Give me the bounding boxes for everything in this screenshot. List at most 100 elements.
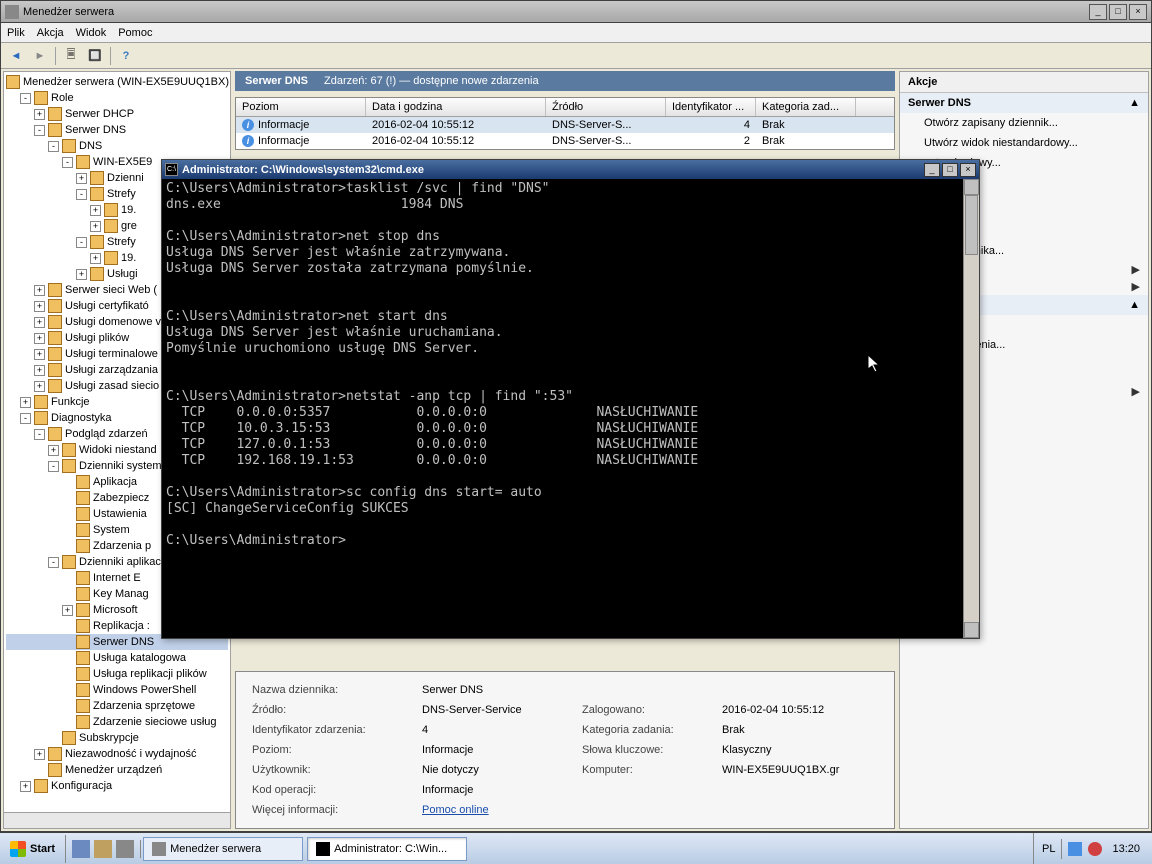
tree-expander[interactable]: + [34, 301, 45, 312]
tree-item-icon [90, 171, 104, 185]
tree-item[interactable]: -Serwer DNS [6, 122, 228, 138]
tree-item[interactable]: +Niezawodność i wydajność [6, 746, 228, 762]
label-keywords: Słowa kluczowe: [582, 744, 722, 756]
tree-expander[interactable]: + [34, 365, 45, 376]
tray-icon-1[interactable] [1068, 842, 1082, 856]
table-row[interactable]: iInformacje2016-02-04 10:55:12DNS-Server… [236, 133, 894, 149]
tree-item[interactable]: -Role [6, 90, 228, 106]
value-eventid: 4 [422, 724, 582, 736]
tree-expander[interactable]: - [48, 141, 59, 152]
tree-item[interactable]: Menedżer urządzeń [6, 762, 228, 778]
cmd-titlebar[interactable]: C:\ Administrator: C:\Windows\system32\c… [162, 160, 979, 179]
ql-icon-1[interactable] [72, 840, 90, 858]
col-date[interactable]: Data i godzina [366, 98, 546, 116]
help-icon[interactable]: ? [115, 45, 137, 67]
tree-item[interactable]: Windows PowerShell [6, 682, 228, 698]
col-source[interactable]: Źródło [546, 98, 666, 116]
tree-expander[interactable]: - [48, 461, 59, 472]
tree-expander[interactable]: + [48, 445, 59, 456]
tree-expander[interactable]: + [34, 349, 45, 360]
cmd-window[interactable]: C:\ Administrator: C:\Windows\system32\c… [161, 159, 980, 639]
tree-expander[interactable]: - [20, 93, 31, 104]
tree-item-label: Serwer sieci Web ( [65, 282, 157, 298]
action-item[interactable]: Utwórz widok niestandardowy... [900, 133, 1148, 153]
link-online-help[interactable]: Pomoc online [422, 804, 489, 816]
tree-expander[interactable]: + [34, 317, 45, 328]
tree-expander[interactable]: - [76, 189, 87, 200]
tree-expander[interactable]: + [76, 269, 87, 280]
value-computer: WIN-EX5E9UUQ1BX.gr [722, 764, 839, 776]
cmd-output[interactable]: C:\Users\Administrator>tasklist /svc | f… [162, 179, 979, 638]
tree-item-icon [48, 283, 62, 297]
grid-body[interactable]: iInformacje2016-02-04 10:55:12DNS-Server… [236, 117, 894, 149]
tree-item-icon [62, 731, 76, 745]
tree-expander[interactable]: + [20, 397, 31, 408]
tree-expander[interactable]: + [20, 781, 31, 792]
tree-item[interactable]: +Konfiguracja [6, 778, 228, 794]
col-level[interactable]: Poziom [236, 98, 366, 116]
start-button[interactable]: Start [0, 835, 66, 863]
close-button[interactable]: × [1129, 4, 1147, 20]
tree-item[interactable]: Usługa katalogowa [6, 650, 228, 666]
tree-expander[interactable]: - [34, 125, 45, 136]
tray-icon-2[interactable] [1088, 842, 1102, 856]
cmd-minimize-button[interactable]: _ [924, 163, 940, 177]
tree-item[interactable]: +Serwer DHCP [6, 106, 228, 122]
cmd-close-button[interactable]: × [960, 163, 976, 177]
taskbar-task-manager[interactable]: Menedżer serwera [143, 837, 303, 861]
col-id[interactable]: Identyfikator ... [666, 98, 756, 116]
tree-root[interactable]: Menedżer serwera (WIN-EX5E9UUQ1BX) [6, 74, 228, 90]
tree-expander[interactable]: + [90, 205, 101, 216]
minimize-button[interactable]: _ [1089, 4, 1107, 20]
tree-item[interactable]: Zdarzenie sieciowe usług [6, 714, 228, 730]
tree-expander[interactable]: + [34, 109, 45, 120]
label-category: Kategoria zadania: [582, 724, 722, 736]
scroll-up-arrow[interactable]: ▲ [964, 179, 979, 195]
scroll-down-arrow[interactable]: ▼ [964, 622, 979, 638]
ql-icon-3[interactable] [116, 840, 134, 858]
tree-expander[interactable]: - [62, 157, 73, 168]
menu-view[interactable]: Widok [76, 27, 107, 39]
tree-item-label: Funkcje [51, 394, 90, 410]
clock[interactable]: 13:20 [1108, 843, 1144, 855]
table-row[interactable]: iInformacje2016-02-04 10:55:12DNS-Server… [236, 117, 894, 133]
tree-expander[interactable]: - [76, 237, 87, 248]
col-category[interactable]: Kategoria zad... [756, 98, 856, 116]
tree-item[interactable]: Usługa replikacji plików [6, 666, 228, 682]
scroll-thumb[interactable] [965, 195, 978, 255]
tree-item-icon [104, 251, 118, 265]
tree-expander[interactable]: + [90, 253, 101, 264]
toolbar-icon-1[interactable]: 🗏 [60, 45, 82, 67]
tree-expander[interactable]: + [34, 749, 45, 760]
language-indicator[interactable]: PL [1042, 843, 1055, 855]
tree-expander[interactable]: + [34, 381, 45, 392]
ql-icon-2[interactable] [94, 840, 112, 858]
back-button[interactable]: ◄ [5, 45, 27, 67]
tree-item-label: Internet E [93, 570, 141, 586]
cmd-maximize-button[interactable]: □ [942, 163, 958, 177]
menu-file[interactable]: Plik [7, 27, 25, 39]
tree-item-label: Usługi [107, 266, 138, 282]
menu-action[interactable]: Akcja [37, 27, 64, 39]
cmd-scrollbar[interactable]: ▲ ▼ [963, 179, 979, 638]
tree-item[interactable]: -DNS [6, 138, 228, 154]
tree-item[interactable]: Zdarzenia sprzętowe [6, 698, 228, 714]
menu-help[interactable]: Pomoc [118, 27, 152, 39]
tree-expander[interactable]: - [48, 557, 59, 568]
forward-button[interactable]: ► [29, 45, 51, 67]
maximize-button[interactable]: □ [1109, 4, 1127, 20]
tree-expander[interactable]: - [34, 429, 45, 440]
tree-expander[interactable]: + [34, 333, 45, 344]
tree-item-icon [76, 587, 90, 601]
taskbar-task-cmd[interactable]: Administrator: C:\Win... [307, 837, 467, 861]
tree-item-label: Key Manag [93, 586, 149, 602]
tree-expander[interactable]: + [76, 173, 87, 184]
tree-expander[interactable]: + [34, 285, 45, 296]
tree-expander[interactable]: + [62, 605, 73, 616]
horizontal-scrollbar[interactable] [4, 812, 230, 828]
tree-expander[interactable]: - [20, 413, 31, 424]
toolbar-icon-2[interactable]: 🔲 [84, 45, 106, 67]
action-item[interactable]: Otwórz zapisany dziennik... [900, 113, 1148, 133]
tree-expander[interactable]: + [90, 221, 101, 232]
tree-item[interactable]: Subskrypcje [6, 730, 228, 746]
